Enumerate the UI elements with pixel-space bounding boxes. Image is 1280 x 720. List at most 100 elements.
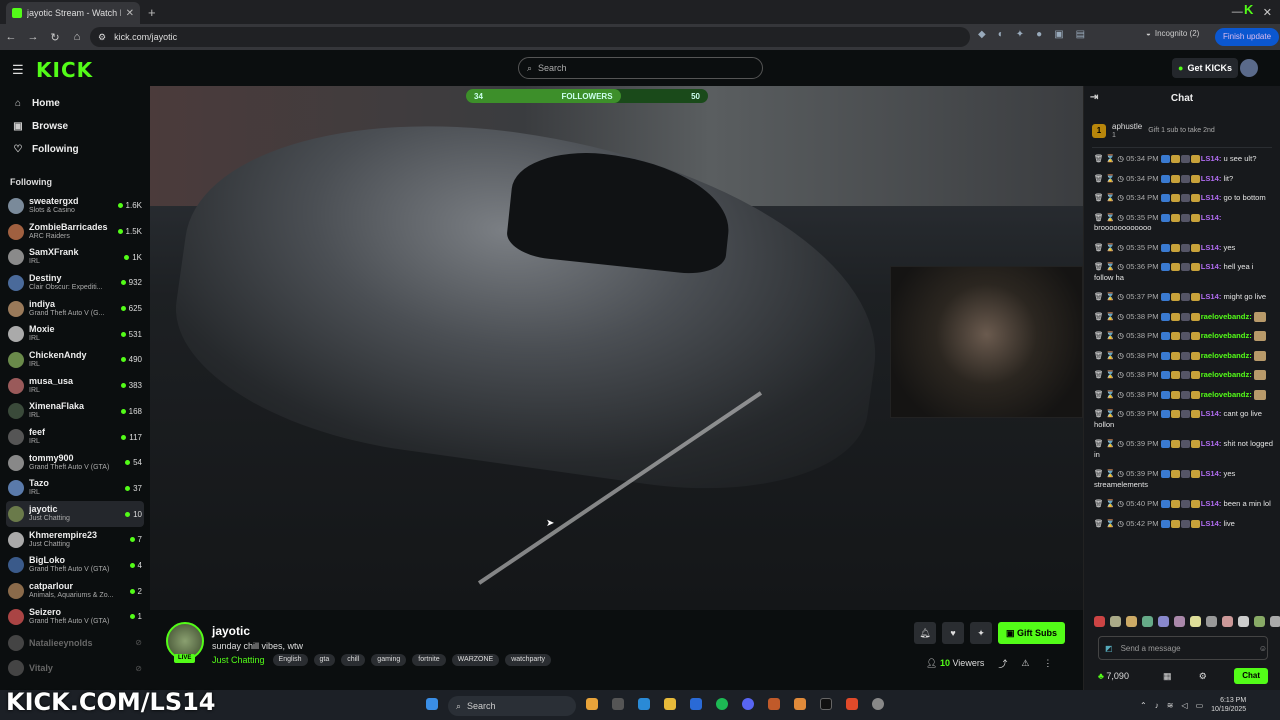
emote-icon[interactable] — [1110, 616, 1121, 627]
stream-tag[interactable]: watchparty — [505, 654, 552, 666]
gift-subs-button[interactable]: ▣ Gift Subs — [998, 622, 1066, 644]
following-item[interactable]: Seizero Grand Theft Auto V (GTA) 1 — [0, 604, 150, 630]
sidebar-item-home[interactable]: ⌂ Home — [0, 92, 150, 115]
following-item[interactable]: Natalieeynolds ⊘ — [0, 630, 150, 656]
app-icon[interactable] — [794, 698, 806, 710]
home-icon[interactable]: ⌂ — [66, 31, 88, 43]
chrome-icon[interactable] — [586, 698, 598, 710]
message-username[interactable]: raelovebandz: — [1201, 390, 1252, 399]
taskbar-search[interactable]: ⌕ Search — [448, 696, 576, 716]
clock[interactable]: 6:13 PM 10/19/2025 — [1211, 696, 1246, 714]
message-action-icons[interactable]: 🗑︎ ⌛ ◷ — [1094, 439, 1126, 448]
chat-message[interactable]: 🗑︎ ⌛ ◷ 05:34 PM LS14: lit? — [1094, 174, 1274, 185]
settings-gear-icon[interactable]: ⚙ — [1199, 671, 1207, 682]
following-item[interactable]: SamXFrank IRL 1K — [0, 244, 150, 270]
emote-icon[interactable] — [1094, 616, 1105, 627]
share-icon[interactable]: ⤴ — [998, 657, 1007, 670]
chat-message[interactable]: 🗑︎ ⌛ ◷ 05:42 PM LS14: live — [1094, 519, 1274, 530]
emote-icon[interactable] — [1142, 616, 1153, 627]
message-username[interactable]: LS14: — [1201, 409, 1222, 418]
extension-icon[interactable]: ● — [1036, 29, 1042, 40]
message-action-icons[interactable]: 🗑︎ ⌛ ◷ — [1094, 213, 1126, 222]
chat-message[interactable]: 🗑︎ ⌛ ◷ 05:38 PM raelovebandz: — [1094, 350, 1274, 362]
following-item[interactable]: Tazo IRL 37 — [0, 476, 150, 502]
report-icon[interactable]: ⚠ — [1021, 658, 1029, 669]
message-action-icons[interactable]: 🗑︎ ⌛ ◷ — [1094, 193, 1126, 202]
close-window-button[interactable]: ✕ — [1263, 6, 1272, 19]
task-view-icon[interactable] — [612, 698, 624, 710]
following-item[interactable]: tommy900 Grand Theft Auto V (GTA) 54 — [0, 450, 150, 476]
following-item[interactable]: Destiny Clair Obscur: Expediti... 932 — [0, 270, 150, 296]
brave-icon[interactable] — [846, 698, 858, 710]
following-item[interactable]: catparlour Animals, Aquariums & Zo... 2 — [0, 578, 150, 604]
message-action-icons[interactable]: 🗑︎ ⌛ ◷ — [1094, 292, 1126, 301]
more-options-icon[interactable]: ⋮ — [1043, 658, 1052, 669]
chat-message-input[interactable]: ◩ Send a message ☺ — [1098, 636, 1268, 660]
message-username[interactable]: LS14: — [1201, 154, 1222, 163]
message-username[interactable]: LS14: — [1201, 193, 1222, 202]
search-input[interactable]: ⌕ Search — [518, 57, 763, 79]
streamer-name[interactable]: jayotic — [212, 624, 250, 638]
message-action-icons[interactable]: 🗑︎ ⌛ ◷ — [1094, 243, 1126, 252]
message-action-icons[interactable]: 🗑︎ ⌛ ◷ — [1094, 262, 1126, 271]
following-item[interactable]: XimenaFlaka IRL 168 — [0, 399, 150, 425]
chat-message[interactable]: 🗑︎ ⌛ ◷ 05:35 PM LS14: broooooooooooo — [1094, 213, 1274, 234]
message-username[interactable]: LS14: — [1201, 469, 1222, 478]
extension-icon[interactable]: ◆ — [978, 29, 986, 40]
emote-icon[interactable]: ◩ — [1105, 644, 1113, 653]
message-username[interactable]: raelovebandz: — [1201, 370, 1252, 379]
message-username[interactable]: LS14: — [1201, 262, 1222, 271]
following-item[interactable]: jayotic Just Chatting 10 — [6, 501, 144, 527]
stream-tag[interactable]: English — [272, 654, 308, 666]
emote-icon[interactable] — [1238, 616, 1249, 627]
emote-icon[interactable] — [1158, 616, 1169, 627]
extension-icon[interactable]: ✦ — [1016, 29, 1024, 40]
message-action-icons[interactable]: 🗑︎ ⌛ ◷ — [1094, 174, 1126, 183]
extensions-puzzle-icon[interactable]: ▣ — [1054, 29, 1063, 40]
calendar-icon[interactable]: ▦ — [1163, 671, 1172, 682]
notification-bell-icon[interactable]: 🔔︎ — [914, 622, 936, 644]
extension-icon[interactable]: ◐ — [998, 29, 1004, 40]
following-item[interactable]: BigLoko Grand Theft Auto V (GTA) 4 — [0, 553, 150, 579]
incognito-indicator[interactable]: ◒ Incognito (2) — [1146, 29, 1199, 38]
stream-tag[interactable]: gta — [313, 654, 336, 666]
message-action-icons[interactable]: 🗑︎ ⌛ ◷ — [1094, 154, 1126, 163]
emote-icon[interactable] — [1190, 616, 1201, 627]
message-username[interactable]: LS14: — [1201, 439, 1222, 448]
following-item[interactable]: sweatergxd Slots & Casino 1.6K — [0, 193, 150, 219]
chat-message[interactable]: 🗑︎ ⌛ ◷ 05:34 PM LS14: u see ult? — [1094, 154, 1274, 165]
sparkle-icon[interactable]: ✦ — [970, 622, 992, 644]
browser-tab[interactable]: jayotic Stream - Watch Live ✕ — [6, 2, 140, 24]
following-item[interactable]: musa_usa IRL 383 — [0, 373, 150, 399]
file-explorer-icon[interactable] — [664, 698, 676, 710]
message-action-icons[interactable]: 🗑︎ ⌛ ◷ — [1094, 370, 1126, 379]
chat-message[interactable]: 🗑︎ ⌛ ◷ 05:35 PM LS14: yes — [1094, 243, 1274, 254]
chat-message[interactable]: 🗑︎ ⌛ ◷ 05:39 PM LS14: shit not logged in — [1094, 439, 1274, 460]
following-item[interactable]: ChickenAndy IRL 490 — [0, 347, 150, 373]
edge-icon[interactable] — [638, 698, 650, 710]
discord-icon[interactable] — [742, 698, 754, 710]
stream-category[interactable]: Just Chatting — [212, 655, 265, 665]
message-action-icons[interactable]: 🗑︎ ⌛ ◷ — [1094, 409, 1126, 418]
kick-logo[interactable]: KICK — [36, 58, 93, 82]
store-icon[interactable] — [690, 698, 702, 710]
stream-tag[interactable]: chill — [341, 654, 366, 666]
message-action-icons[interactable]: 🗑︎ ⌛ ◷ — [1094, 331, 1126, 340]
minimize-button[interactable]: — — [1232, 6, 1243, 18]
message-username[interactable]: raelovebandz: — [1201, 351, 1252, 360]
chat-message[interactable]: 🗑︎ ⌛ ◷ 05:38 PM raelovebandz: — [1094, 370, 1274, 381]
emote-icon[interactable] — [1254, 616, 1265, 627]
sidebar-item-following[interactable]: ♡ Following — [0, 138, 150, 161]
chat-message[interactable]: 🗑︎ ⌛ ◷ 05:38 PM raelovebandz: — [1094, 389, 1274, 401]
message-username[interactable]: LS14: — [1201, 292, 1222, 301]
emote-picker-icon[interactable]: ☺ — [1259, 644, 1267, 653]
mic-icon[interactable]: ♪ — [1155, 701, 1159, 710]
chat-send-button[interactable]: Chat — [1234, 668, 1268, 684]
message-action-icons[interactable]: 🗑︎ ⌛ ◷ — [1094, 469, 1126, 478]
chat-message[interactable]: 🗑︎ ⌛ ◷ 05:34 PM LS14: go to bottom — [1094, 193, 1274, 204]
stream-tag[interactable]: fortnite — [412, 654, 446, 666]
app-icon[interactable] — [872, 698, 884, 710]
site-info-icon[interactable]: ⚙ — [98, 32, 106, 43]
message-username[interactable]: LS14: — [1201, 519, 1222, 528]
message-action-icons[interactable]: 🗑︎ ⌛ ◷ — [1094, 351, 1126, 360]
